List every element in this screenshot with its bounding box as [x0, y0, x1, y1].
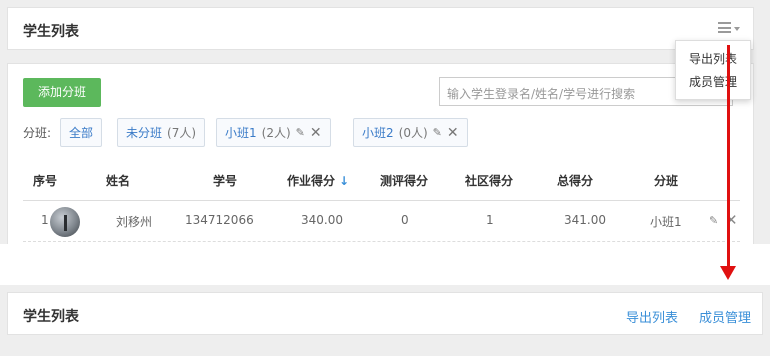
member-management-link[interactable]: 成员管理: [699, 307, 751, 326]
menu-toggle-button[interactable]: [718, 22, 740, 33]
cell-assessment-score: 0: [401, 213, 409, 227]
annotation-arrow-shaft: [727, 45, 730, 268]
close-icon[interactable]: ✕: [447, 125, 459, 141]
chip-label: 全部: [69, 126, 94, 140]
cell-name: 刘移州: [116, 215, 153, 229]
cell-homework-score: 340.00: [301, 213, 343, 227]
hamburger-icon[interactable]: [718, 22, 731, 33]
filter-chip-all[interactable]: 全部: [60, 118, 103, 147]
header-panel: 学生列表: [7, 7, 754, 50]
chip-count: (7人): [167, 126, 197, 140]
avatar: [50, 207, 80, 237]
cell-total-score: 341.00: [564, 213, 606, 227]
class-filter-label: 分班:: [23, 126, 52, 140]
table-row: 1 刘移州 134712066 340.00 0 1 341.00 小班1 ✎ …: [23, 201, 740, 242]
filter-chip-class1[interactable]: 小班1 (2人) ✎ ✕: [216, 118, 331, 147]
header-panel-after: 学生列表 导出列表 成员管理: [7, 292, 763, 335]
caret-down-icon: [734, 26, 740, 31]
close-icon[interactable]: ✕: [310, 125, 322, 141]
sort-down-icon[interactable]: ↓: [339, 174, 349, 188]
col-header-class: 分班: [654, 174, 679, 188]
col-header-homework-score[interactable]: 作业得分 ↓: [287, 172, 349, 189]
col-header-student-id: 学号: [213, 174, 238, 188]
cell-student-id: 134712066: [185, 213, 254, 227]
filter-chip-unassigned[interactable]: 未分班 (7人): [117, 118, 206, 147]
page-title: 学生列表: [23, 24, 79, 40]
page-title: 学生列表: [23, 309, 79, 325]
pencil-icon[interactable]: ✎: [709, 214, 718, 227]
pencil-icon[interactable]: ✎: [296, 126, 305, 139]
table-header: 序号 姓名 学号 作业得分 ↓ 测评得分 社区得分 总得分 分班: [23, 157, 740, 201]
chip-label: 小班1: [225, 126, 257, 140]
cell-community-score: 1: [486, 213, 494, 227]
filter-chip-class2[interactable]: 小班2 (0人) ✎ ✕: [353, 118, 468, 147]
cell-index: 1: [41, 213, 49, 227]
col-header-community-score: 社区得分: [465, 174, 514, 188]
chip-count: (2人): [261, 126, 291, 140]
pencil-icon[interactable]: ✎: [433, 126, 442, 139]
col-header-name: 姓名: [106, 174, 131, 188]
add-class-button[interactable]: 添加分班: [23, 78, 101, 107]
student-list-panel: 添加分班 输入学生登录名/姓名/学号进行搜索 分班: 全部 未分班 (7人) 小…: [7, 63, 754, 244]
col-header-total-score: 总得分: [557, 174, 594, 188]
col-header-index: 序号: [33, 174, 58, 188]
chip-label: 小班2: [362, 126, 394, 140]
col-header-homework-label: 作业得分: [287, 174, 336, 188]
annotation-arrow-head: [720, 266, 736, 280]
export-list-link[interactable]: 导出列表: [626, 307, 678, 326]
chip-label: 未分班: [126, 126, 163, 140]
col-header-assessment-score: 测评得分: [380, 174, 429, 188]
header-dropdown-menu: 导出列表 成员管理: [675, 40, 751, 100]
search-placeholder: 输入学生登录名/姓名/学号进行搜索: [447, 87, 636, 101]
cell-class: 小班1: [650, 215, 682, 229]
chip-count: (0人): [398, 126, 428, 140]
